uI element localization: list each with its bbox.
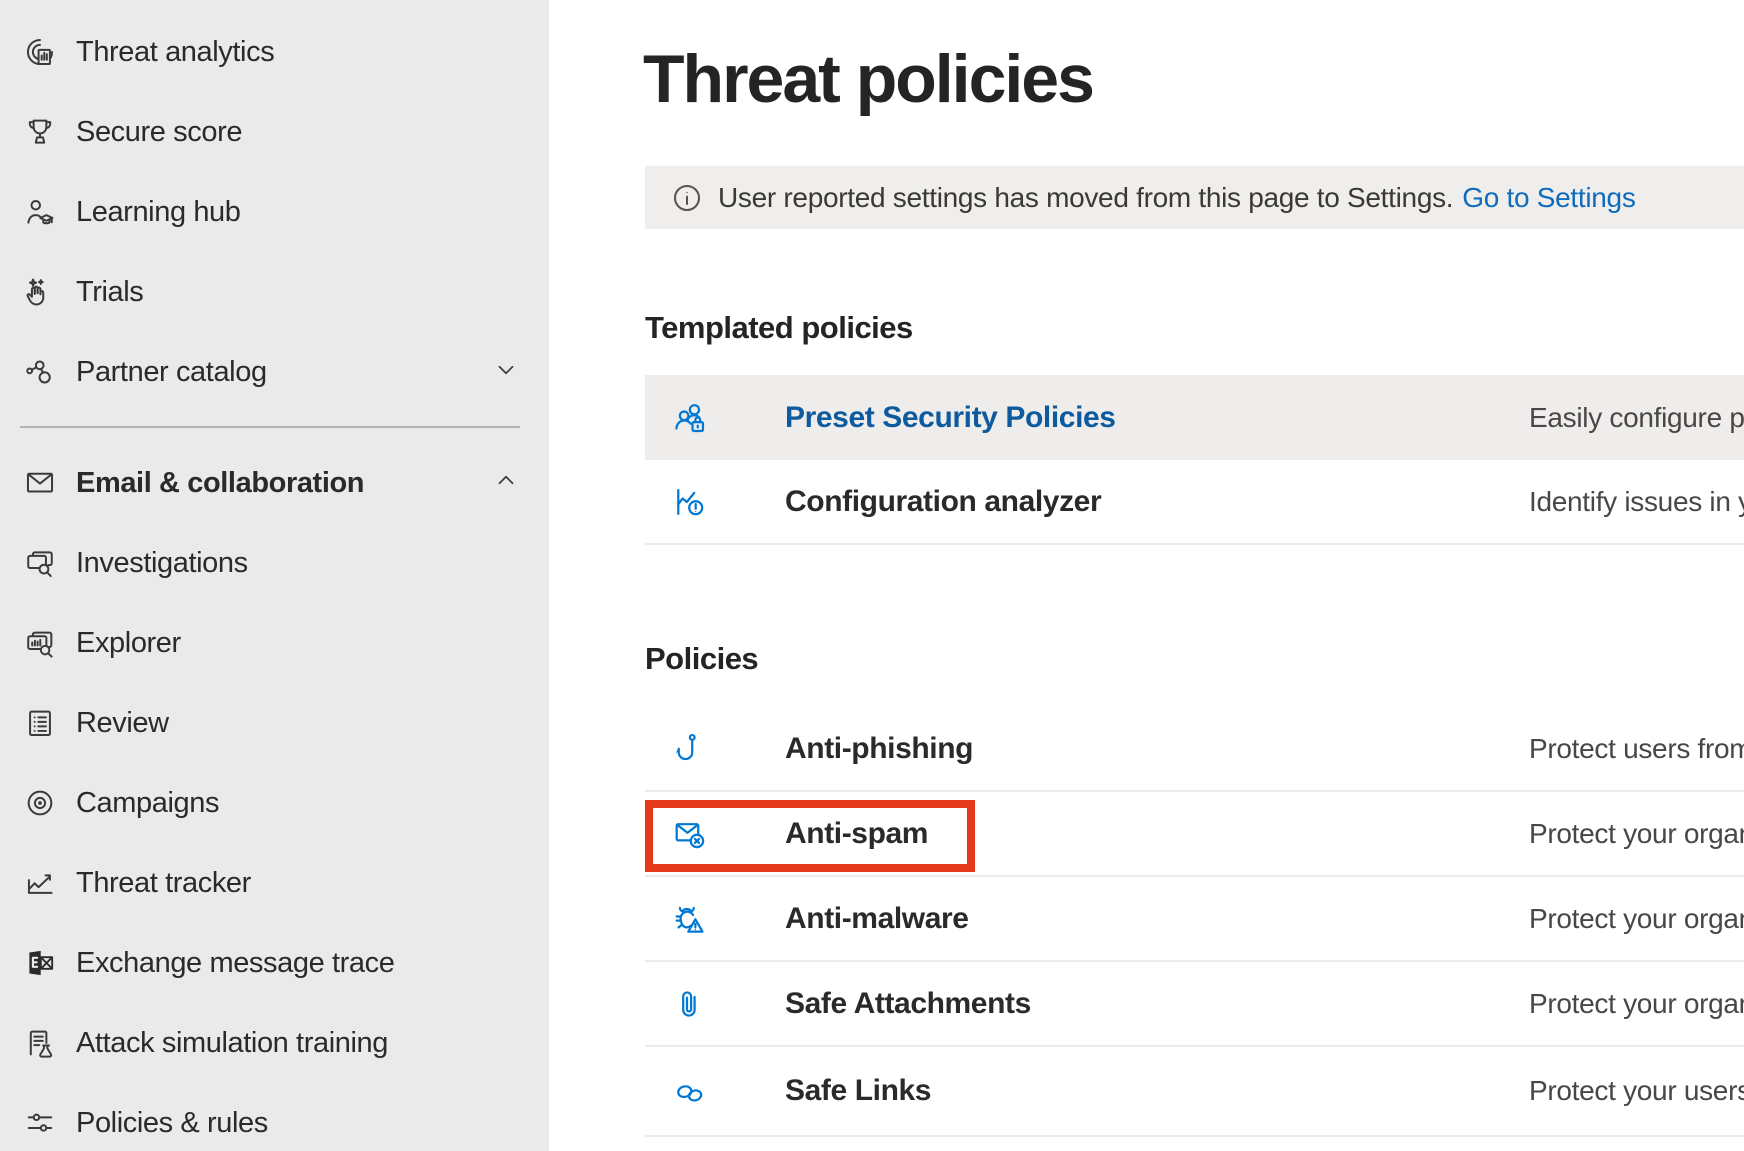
go-to-settings-link[interactable]: Go to Settings [1462, 182, 1635, 214]
section-heading-templated-policies: Templated policies [645, 310, 913, 346]
sidebar-item-label: Threat analytics [76, 36, 274, 69]
sidebar-item-explorer[interactable]: Explorer [0, 603, 549, 683]
anti-phishing-hook-icon [671, 730, 709, 768]
policy-description: Protect your organiz [1529, 988, 1744, 1020]
sidebar-item-label: Threat tracker [76, 867, 251, 900]
threat-tracker-chart-icon [23, 866, 57, 900]
sidebar-item-email-collaboration[interactable]: Email & collaboration [0, 443, 549, 523]
section-heading-policies: Policies [645, 641, 758, 677]
partner-catalog-icon [23, 355, 57, 389]
sidebar-item-learning-hub[interactable]: Learning hub [0, 172, 549, 252]
trophy-icon [23, 115, 57, 149]
policy-name[interactable]: Configuration analyzer [785, 485, 1101, 519]
sidebar-item-label: Trials [76, 276, 143, 309]
investigations-icon [23, 546, 57, 580]
banner-message: User reported settings has moved from th… [718, 182, 1453, 214]
trials-sparkle-hand-icon [23, 275, 57, 309]
anti-malware-bug-icon [671, 900, 709, 938]
policy-description: Protect your users fr [1529, 1075, 1744, 1107]
sidebar-item-partner-catalog[interactable]: Partner catalog [0, 332, 549, 412]
sidebar-item-label: Investigations [76, 547, 248, 580]
sidebar-item-secure-score[interactable]: Secure score [0, 92, 549, 172]
safe-links-chain-icon [671, 1072, 709, 1110]
policy-row-anti-spam[interactable]: Anti-spam Protect your organiz [645, 792, 1744, 877]
policies-rules-sliders-icon [23, 1106, 57, 1140]
policy-description: Protect your organiz [1529, 903, 1744, 935]
preset-security-policies-icon [671, 399, 709, 437]
sidebar-item-attack-simulation-training[interactable]: Attack simulation training [0, 1003, 549, 1083]
policy-description: Protect your organiz [1529, 818, 1744, 850]
policy-row-anti-malware[interactable]: Anti-malware Protect your organiz [645, 877, 1744, 962]
sidebar-item-campaigns[interactable]: Campaigns [0, 763, 549, 843]
configuration-analyzer-icon [671, 483, 709, 521]
sidebar-item-threat-tracker[interactable]: Threat tracker [0, 843, 549, 923]
threat-analytics-icon [23, 35, 57, 69]
policy-name[interactable]: Anti-malware [785, 902, 969, 936]
policy-name[interactable]: Anti-phishing [785, 732, 973, 766]
page-title: Threat policies [643, 40, 1093, 118]
explorer-icon [23, 626, 57, 660]
policy-row-anti-phishing[interactable]: Anti-phishing Protect users from p [645, 707, 1744, 792]
sidebar-item-label: Secure score [76, 116, 242, 149]
info-banner: User reported settings has moved from th… [645, 166, 1744, 229]
anti-spam-icon [671, 815, 709, 853]
policy-row-preset-security-policies[interactable]: Preset Security Policies Easily configur… [645, 375, 1744, 460]
info-icon [671, 182, 703, 214]
sidebar: Threat analytics Secure score Learning h… [0, 0, 549, 1151]
sidebar-item-policies-rules[interactable]: Policies & rules [0, 1083, 549, 1151]
policy-row-configuration-analyzer[interactable]: Configuration analyzer Identify issues i… [645, 460, 1744, 545]
review-list-icon [23, 706, 57, 740]
attack-simulation-icon [23, 1026, 57, 1060]
policy-name[interactable]: Safe Links [785, 1074, 931, 1108]
sidebar-item-trials[interactable]: Trials [0, 252, 549, 332]
sidebar-item-threat-analytics[interactable]: Threat analytics [0, 12, 549, 92]
chevron-down-icon[interactable] [493, 357, 519, 388]
policy-description: Easily configure prot [1529, 402, 1744, 434]
policy-name-link[interactable]: Preset Security Policies [785, 401, 1116, 435]
sidebar-item-label: Explorer [76, 627, 181, 660]
sidebar-divider [20, 426, 520, 428]
safe-attachments-paperclip-icon [671, 985, 709, 1023]
sidebar-item-label: Email & collaboration [76, 467, 364, 500]
email-icon [23, 466, 57, 500]
sidebar-item-label: Exchange message trace [76, 947, 394, 980]
sidebar-item-investigations[interactable]: Investigations [0, 523, 549, 603]
sidebar-item-review[interactable]: Review [0, 683, 549, 763]
sidebar-item-label: Campaigns [76, 787, 219, 820]
sidebar-item-label: Learning hub [76, 196, 241, 229]
policy-name[interactable]: Safe Attachments [785, 987, 1031, 1021]
learning-hub-icon [23, 195, 57, 229]
sidebar-item-label: Policies & rules [76, 1107, 268, 1140]
sidebar-item-label: Review [76, 707, 169, 740]
sidebar-item-label: Partner catalog [76, 356, 267, 389]
sidebar-item-exchange-message-trace[interactable]: Exchange message trace [0, 923, 549, 1003]
chevron-up-icon[interactable] [493, 468, 519, 499]
sidebar-item-label: Attack simulation training [76, 1027, 388, 1060]
exchange-logo-icon [23, 946, 57, 980]
policy-description: Identify issues in you [1529, 486, 1744, 518]
policy-description: Protect users from p [1529, 733, 1744, 765]
policy-row-safe-links[interactable]: Safe Links Protect your users fr [645, 1047, 1744, 1137]
campaigns-bullseye-icon [23, 786, 57, 820]
threat-policies-screen: Threat analytics Secure score Learning h… [0, 0, 1744, 1151]
policy-name[interactable]: Anti-spam [785, 817, 928, 851]
policy-row-safe-attachments[interactable]: Safe Attachments Protect your organiz [645, 962, 1744, 1047]
main-content: Threat policies User reported settings h… [549, 0, 1744, 1151]
